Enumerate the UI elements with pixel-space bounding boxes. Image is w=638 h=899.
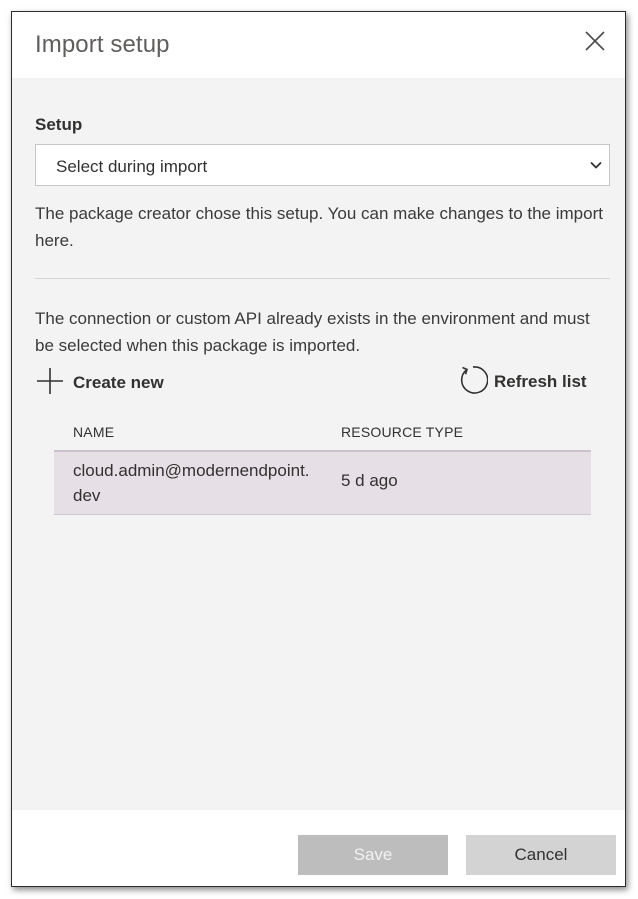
row-resource-type-cell: 5 d ago [341, 471, 398, 490]
setup-description: The package creator chose this setup. Yo… [35, 204, 603, 250]
row-name-cell: cloud.admin@modernendpoint.dev [73, 461, 310, 505]
setup-select-value: Select during import [56, 157, 208, 176]
table-header: NAME RESOURCE TYPE [54, 418, 591, 452]
close-icon[interactable] [583, 29, 607, 53]
dialog-header: Import setup [12, 12, 625, 78]
section-divider [35, 278, 610, 279]
setup-label: Setup [35, 115, 83, 134]
refresh-list-button[interactable]: Refresh list [456, 364, 587, 401]
create-new-button[interactable]: Create new [35, 366, 164, 401]
refresh-icon [456, 364, 489, 401]
setup-select[interactable]: Select during import [35, 144, 610, 186]
column-header-resource-type[interactable]: RESOURCE TYPE [341, 424, 463, 440]
refresh-list-label: Refresh list [494, 372, 587, 391]
save-button[interactable]: Save [298, 835, 448, 875]
chevron-down-icon [589, 158, 603, 177]
column-header-name[interactable]: NAME [73, 424, 114, 440]
create-new-label: Create new [73, 373, 164, 392]
cancel-button[interactable]: Cancel [466, 835, 616, 875]
plus-icon [35, 366, 65, 401]
table-row[interactable]: cloud.admin@modernendpoint.dev 5 d ago [54, 452, 591, 515]
import-setup-dialog: Import setup Setup Select during import … [11, 11, 626, 887]
connection-description: The connection or custom API already exi… [35, 309, 590, 355]
dialog-footer: Save Cancel [12, 810, 625, 886]
connections-table: NAME RESOURCE TYPE cloud.admin@modernend… [54, 418, 591, 515]
dialog-title: Import setup [35, 31, 170, 58]
